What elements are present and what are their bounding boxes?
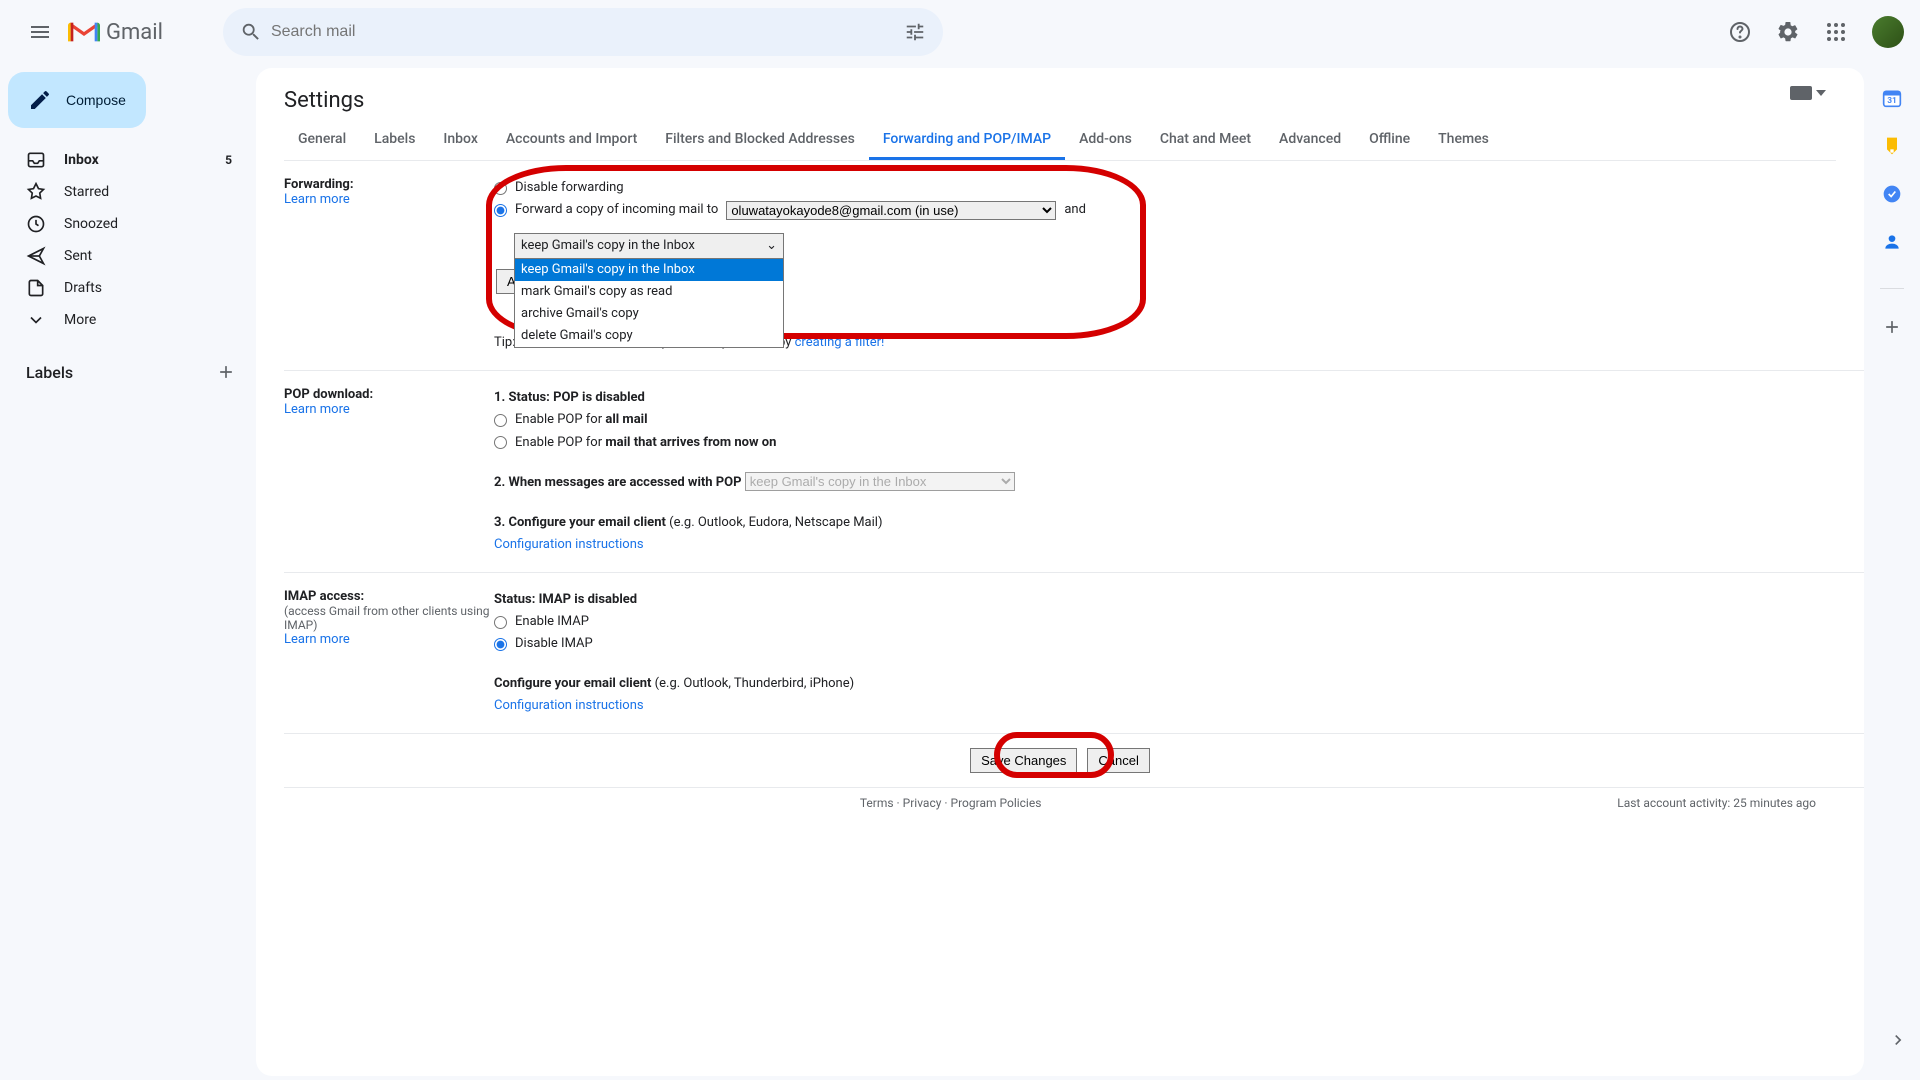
pop-enable-now-radio[interactable] bbox=[494, 436, 507, 449]
add-addon-icon[interactable] bbox=[1882, 317, 1902, 337]
imap-disable-radio[interactable] bbox=[494, 638, 507, 651]
program-policies-link[interactable]: Program Policies bbox=[951, 796, 1042, 810]
pop-enable-all-radio[interactable] bbox=[494, 414, 507, 427]
sidebar: Compose Inbox 5 Starred Snoozed Sent bbox=[0, 64, 256, 1080]
tab-general[interactable]: General bbox=[284, 121, 360, 160]
sidebar-item-label: Starred bbox=[64, 184, 109, 200]
forwarding-label: Forwarding: bbox=[284, 177, 494, 192]
chevron-down-icon: ⌄ bbox=[766, 235, 777, 257]
search-bar[interactable] bbox=[223, 8, 943, 56]
imap-enable-label: Enable IMAP bbox=[515, 611, 589, 633]
forward-email-select[interactable]: oluwatayokayode8@gmail.com (in use) bbox=[726, 201, 1056, 220]
disable-forwarding-label: Disable forwarding bbox=[515, 177, 624, 199]
search-options-icon[interactable] bbox=[895, 12, 935, 52]
sidebar-item-label: More bbox=[64, 312, 96, 328]
terms-link[interactable]: Terms bbox=[860, 796, 894, 810]
forward-action-selected[interactable]: keep Gmail's copy in the Inbox ⌄ bbox=[515, 234, 783, 259]
sidebar-item-more[interactable]: More bbox=[0, 304, 244, 336]
main-menu-button[interactable] bbox=[16, 8, 64, 56]
gmail-logo[interactable]: Gmail bbox=[68, 20, 163, 45]
sidebar-item-drafts[interactable]: Drafts bbox=[0, 272, 244, 304]
header: Gmail bbox=[0, 0, 1920, 64]
tasks-icon[interactable] bbox=[1882, 184, 1902, 204]
forwarding-learn-more-link[interactable]: Learn more bbox=[284, 192, 350, 207]
cancel-button[interactable]: Cancel bbox=[1087, 748, 1149, 773]
forward-and-text: and bbox=[1064, 199, 1086, 221]
imap-enable-radio[interactable] bbox=[494, 616, 507, 629]
input-tools-button[interactable] bbox=[1790, 86, 1826, 100]
tab-accounts[interactable]: Accounts and Import bbox=[492, 121, 651, 160]
tab-offline[interactable]: Offline bbox=[1355, 121, 1424, 160]
create-filter-link[interactable]: creating a filter! bbox=[795, 335, 885, 350]
sidebar-item-label: Inbox bbox=[64, 152, 99, 168]
imap-learn-more-link[interactable]: Learn more bbox=[284, 632, 350, 647]
sidebar-item-inbox[interactable]: Inbox 5 bbox=[0, 144, 244, 176]
imap-status: IMAP is disabled bbox=[539, 592, 637, 607]
dropdown-option[interactable]: mark Gmail's copy as read bbox=[515, 281, 783, 303]
forward-action-dropdown[interactable]: keep Gmail's copy in the Inbox ⌄ keep Gm… bbox=[514, 233, 784, 348]
svg-text:31: 31 bbox=[1887, 96, 1897, 106]
pop-learn-more-link[interactable]: Learn more bbox=[284, 402, 350, 417]
sidebar-item-snoozed[interactable]: Snoozed bbox=[0, 208, 244, 240]
search-input[interactable] bbox=[271, 23, 895, 41]
settings-icon[interactable] bbox=[1768, 12, 1808, 52]
sidebar-item-label: Sent bbox=[64, 248, 92, 264]
save-changes-button[interactable]: Save Changes bbox=[970, 748, 1077, 773]
sidebar-item-label: Drafts bbox=[64, 280, 102, 296]
dropdown-option[interactable]: delete Gmail's copy bbox=[515, 325, 783, 347]
forward-copy-radio[interactable] bbox=[494, 204, 507, 217]
imap-config-link[interactable]: Configuration instructions bbox=[494, 698, 644, 713]
tab-inbox[interactable]: Inbox bbox=[429, 121, 491, 160]
settings-title: Settings bbox=[284, 88, 1864, 113]
settings-tabs: General Labels Inbox Accounts and Import… bbox=[284, 121, 1836, 161]
forward-copy-label: Forward a copy of incoming mail to bbox=[515, 199, 718, 221]
divider bbox=[1880, 288, 1904, 289]
compose-label: Compose bbox=[66, 92, 126, 108]
tab-labels[interactable]: Labels bbox=[360, 121, 429, 160]
pop-config-link[interactable]: Configuration instructions bbox=[494, 537, 644, 552]
inbox-count: 5 bbox=[225, 153, 232, 167]
tab-forwarding[interactable]: Forwarding and POP/IMAP bbox=[869, 121, 1065, 160]
tab-chat[interactable]: Chat and Meet bbox=[1146, 121, 1265, 160]
sidebar-item-starred[interactable]: Starred bbox=[0, 176, 244, 208]
help-icon[interactable] bbox=[1720, 12, 1760, 52]
calendar-icon[interactable]: 31 bbox=[1882, 88, 1902, 108]
imap-sub: (access Gmail from other clients using I… bbox=[284, 604, 494, 632]
compose-button[interactable]: Compose bbox=[8, 72, 146, 128]
pop-label: POP download: bbox=[284, 387, 494, 402]
contacts-icon[interactable] bbox=[1882, 232, 1902, 252]
pop-action-select: keep Gmail's copy in the Inbox bbox=[745, 472, 1015, 491]
tab-filters[interactable]: Filters and Blocked Addresses bbox=[651, 121, 869, 160]
side-panel: 31 bbox=[1864, 64, 1920, 1080]
account-activity[interactable]: Last account activity: 25 minutes ago bbox=[1617, 796, 1816, 810]
search-icon[interactable] bbox=[231, 12, 271, 52]
sidebar-item-sent[interactable]: Sent bbox=[0, 240, 244, 272]
privacy-link[interactable]: Privacy bbox=[903, 796, 942, 810]
disable-forwarding-radio[interactable] bbox=[494, 182, 507, 195]
apps-icon[interactable] bbox=[1816, 12, 1856, 52]
tab-addons[interactable]: Add-ons bbox=[1065, 121, 1146, 160]
pop-when-accessed: 2. When messages are accessed with POP bbox=[494, 475, 742, 490]
labels-header: Labels bbox=[26, 363, 73, 382]
pop-status: POP is disabled bbox=[553, 390, 645, 405]
account-avatar[interactable] bbox=[1872, 16, 1904, 48]
dropdown-option[interactable]: keep Gmail's copy in the Inbox bbox=[515, 259, 783, 281]
dropdown-option[interactable]: archive Gmail's copy bbox=[515, 303, 783, 325]
keep-icon[interactable] bbox=[1882, 136, 1902, 156]
imap-disable-label: Disable IMAP bbox=[515, 633, 593, 655]
add-label-icon[interactable] bbox=[216, 362, 236, 382]
logo-text: Gmail bbox=[106, 20, 163, 45]
sidebar-item-label: Snoozed bbox=[64, 216, 118, 232]
settings-panel: Settings General Labels Inbox Accounts a… bbox=[256, 68, 1864, 1076]
hide-panel-icon[interactable] bbox=[1888, 1030, 1908, 1050]
imap-label: IMAP access: bbox=[284, 589, 494, 604]
tab-advanced[interactable]: Advanced bbox=[1265, 121, 1355, 160]
tab-themes[interactable]: Themes bbox=[1424, 121, 1503, 160]
